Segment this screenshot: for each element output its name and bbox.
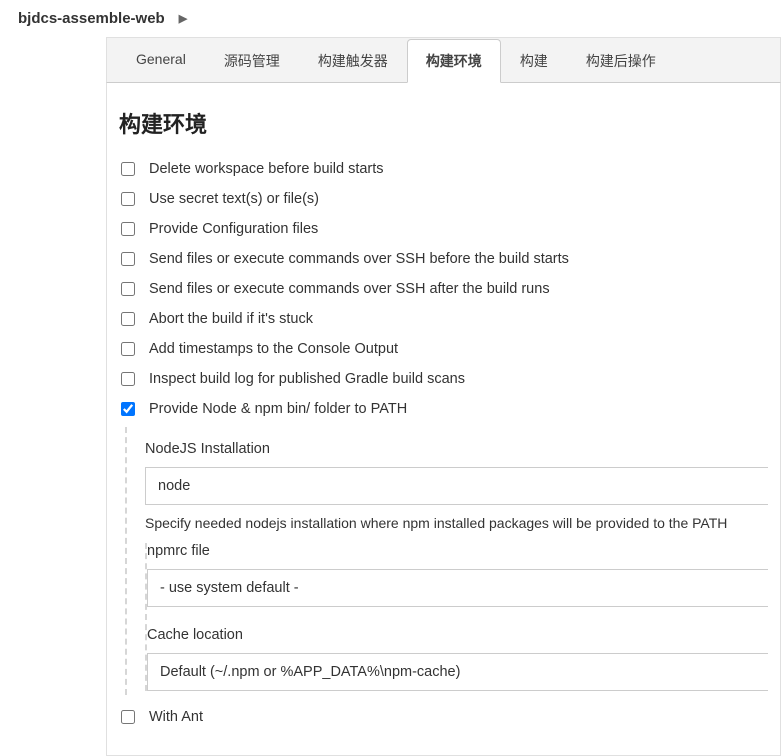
- check-row-gradle-scan: Inspect build log for published Gradle b…: [119, 367, 768, 391]
- nodejs-install-input[interactable]: [145, 467, 768, 505]
- node-inner-block: npmrc file Cache location: [145, 543, 768, 691]
- label-delete-ws: Delete workspace before build starts: [149, 161, 384, 177]
- check-row-timestamps: Add timestamps to the Console Output: [119, 337, 768, 361]
- check-row-delete-ws: Delete workspace before build starts: [119, 157, 768, 181]
- checkbox-ssh-after[interactable]: [121, 282, 135, 296]
- label-with-ant: With Ant: [149, 709, 203, 725]
- tab-scm[interactable]: 源码管理: [205, 39, 299, 83]
- cache-input[interactable]: [147, 653, 768, 691]
- label-node-path: Provide Node & npm bin/ folder to PATH: [149, 401, 407, 417]
- breadcrumb: bjdcs-assemble-web ▶: [0, 0, 781, 37]
- checkbox-provide-config[interactable]: [121, 222, 135, 236]
- tab-build[interactable]: 构建: [501, 39, 567, 83]
- tab-env[interactable]: 构建环境: [407, 39, 501, 83]
- check-row-node-path: Provide Node & npm bin/ folder to PATH: [119, 397, 768, 421]
- npmrc-label: npmrc file: [147, 543, 768, 559]
- checkbox-use-secret[interactable]: [121, 192, 135, 206]
- node-config-block: NodeJS Installation Specify needed nodej…: [125, 427, 768, 695]
- checkbox-gradle-scan[interactable]: [121, 372, 135, 386]
- content-area: 构建环境 Delete workspace before build start…: [106, 82, 781, 756]
- check-row-ssh-after: Send files or execute commands over SSH …: [119, 277, 768, 301]
- chevron-right-icon: ▶: [179, 12, 187, 25]
- label-gradle-scan: Inspect build log for published Gradle b…: [149, 371, 465, 387]
- cache-label: Cache location: [147, 627, 768, 643]
- tabs-bar: General 源码管理 构建触发器 构建环境 构建 构建后操作: [106, 37, 781, 82]
- breadcrumb-project[interactable]: bjdcs-assemble-web: [18, 10, 165, 27]
- check-row-use-secret: Use secret text(s) or file(s): [119, 187, 768, 211]
- label-ssh-after: Send files or execute commands over SSH …: [149, 281, 550, 297]
- section-title: 构建环境: [119, 107, 768, 139]
- checkbox-abort-stuck[interactable]: [121, 312, 135, 326]
- check-row-provide-config: Provide Configuration files: [119, 217, 768, 241]
- checkbox-timestamps[interactable]: [121, 342, 135, 356]
- nodejs-install-label: NodeJS Installation: [145, 441, 768, 457]
- tab-triggers[interactable]: 构建触发器: [299, 39, 407, 83]
- label-provide-config: Provide Configuration files: [149, 221, 318, 237]
- label-ssh-before: Send files or execute commands over SSH …: [149, 251, 569, 267]
- label-timestamps: Add timestamps to the Console Output: [149, 341, 398, 357]
- nodejs-install-help: Specify needed nodejs installation where…: [145, 515, 768, 531]
- check-row-abort-stuck: Abort the build if it's stuck: [119, 307, 768, 331]
- tab-general[interactable]: General: [117, 39, 205, 83]
- check-row-ssh-before: Send files or execute commands over SSH …: [119, 247, 768, 271]
- label-use-secret: Use secret text(s) or file(s): [149, 191, 319, 207]
- npmrc-input[interactable]: [147, 569, 768, 607]
- tab-post[interactable]: 构建后操作: [567, 39, 675, 83]
- check-row-with-ant: With Ant: [119, 705, 768, 729]
- checkbox-delete-ws[interactable]: [121, 162, 135, 176]
- checkbox-node-path[interactable]: [121, 402, 135, 416]
- checkbox-ssh-before[interactable]: [121, 252, 135, 266]
- label-abort-stuck: Abort the build if it's stuck: [149, 311, 313, 327]
- checkbox-with-ant[interactable]: [121, 710, 135, 724]
